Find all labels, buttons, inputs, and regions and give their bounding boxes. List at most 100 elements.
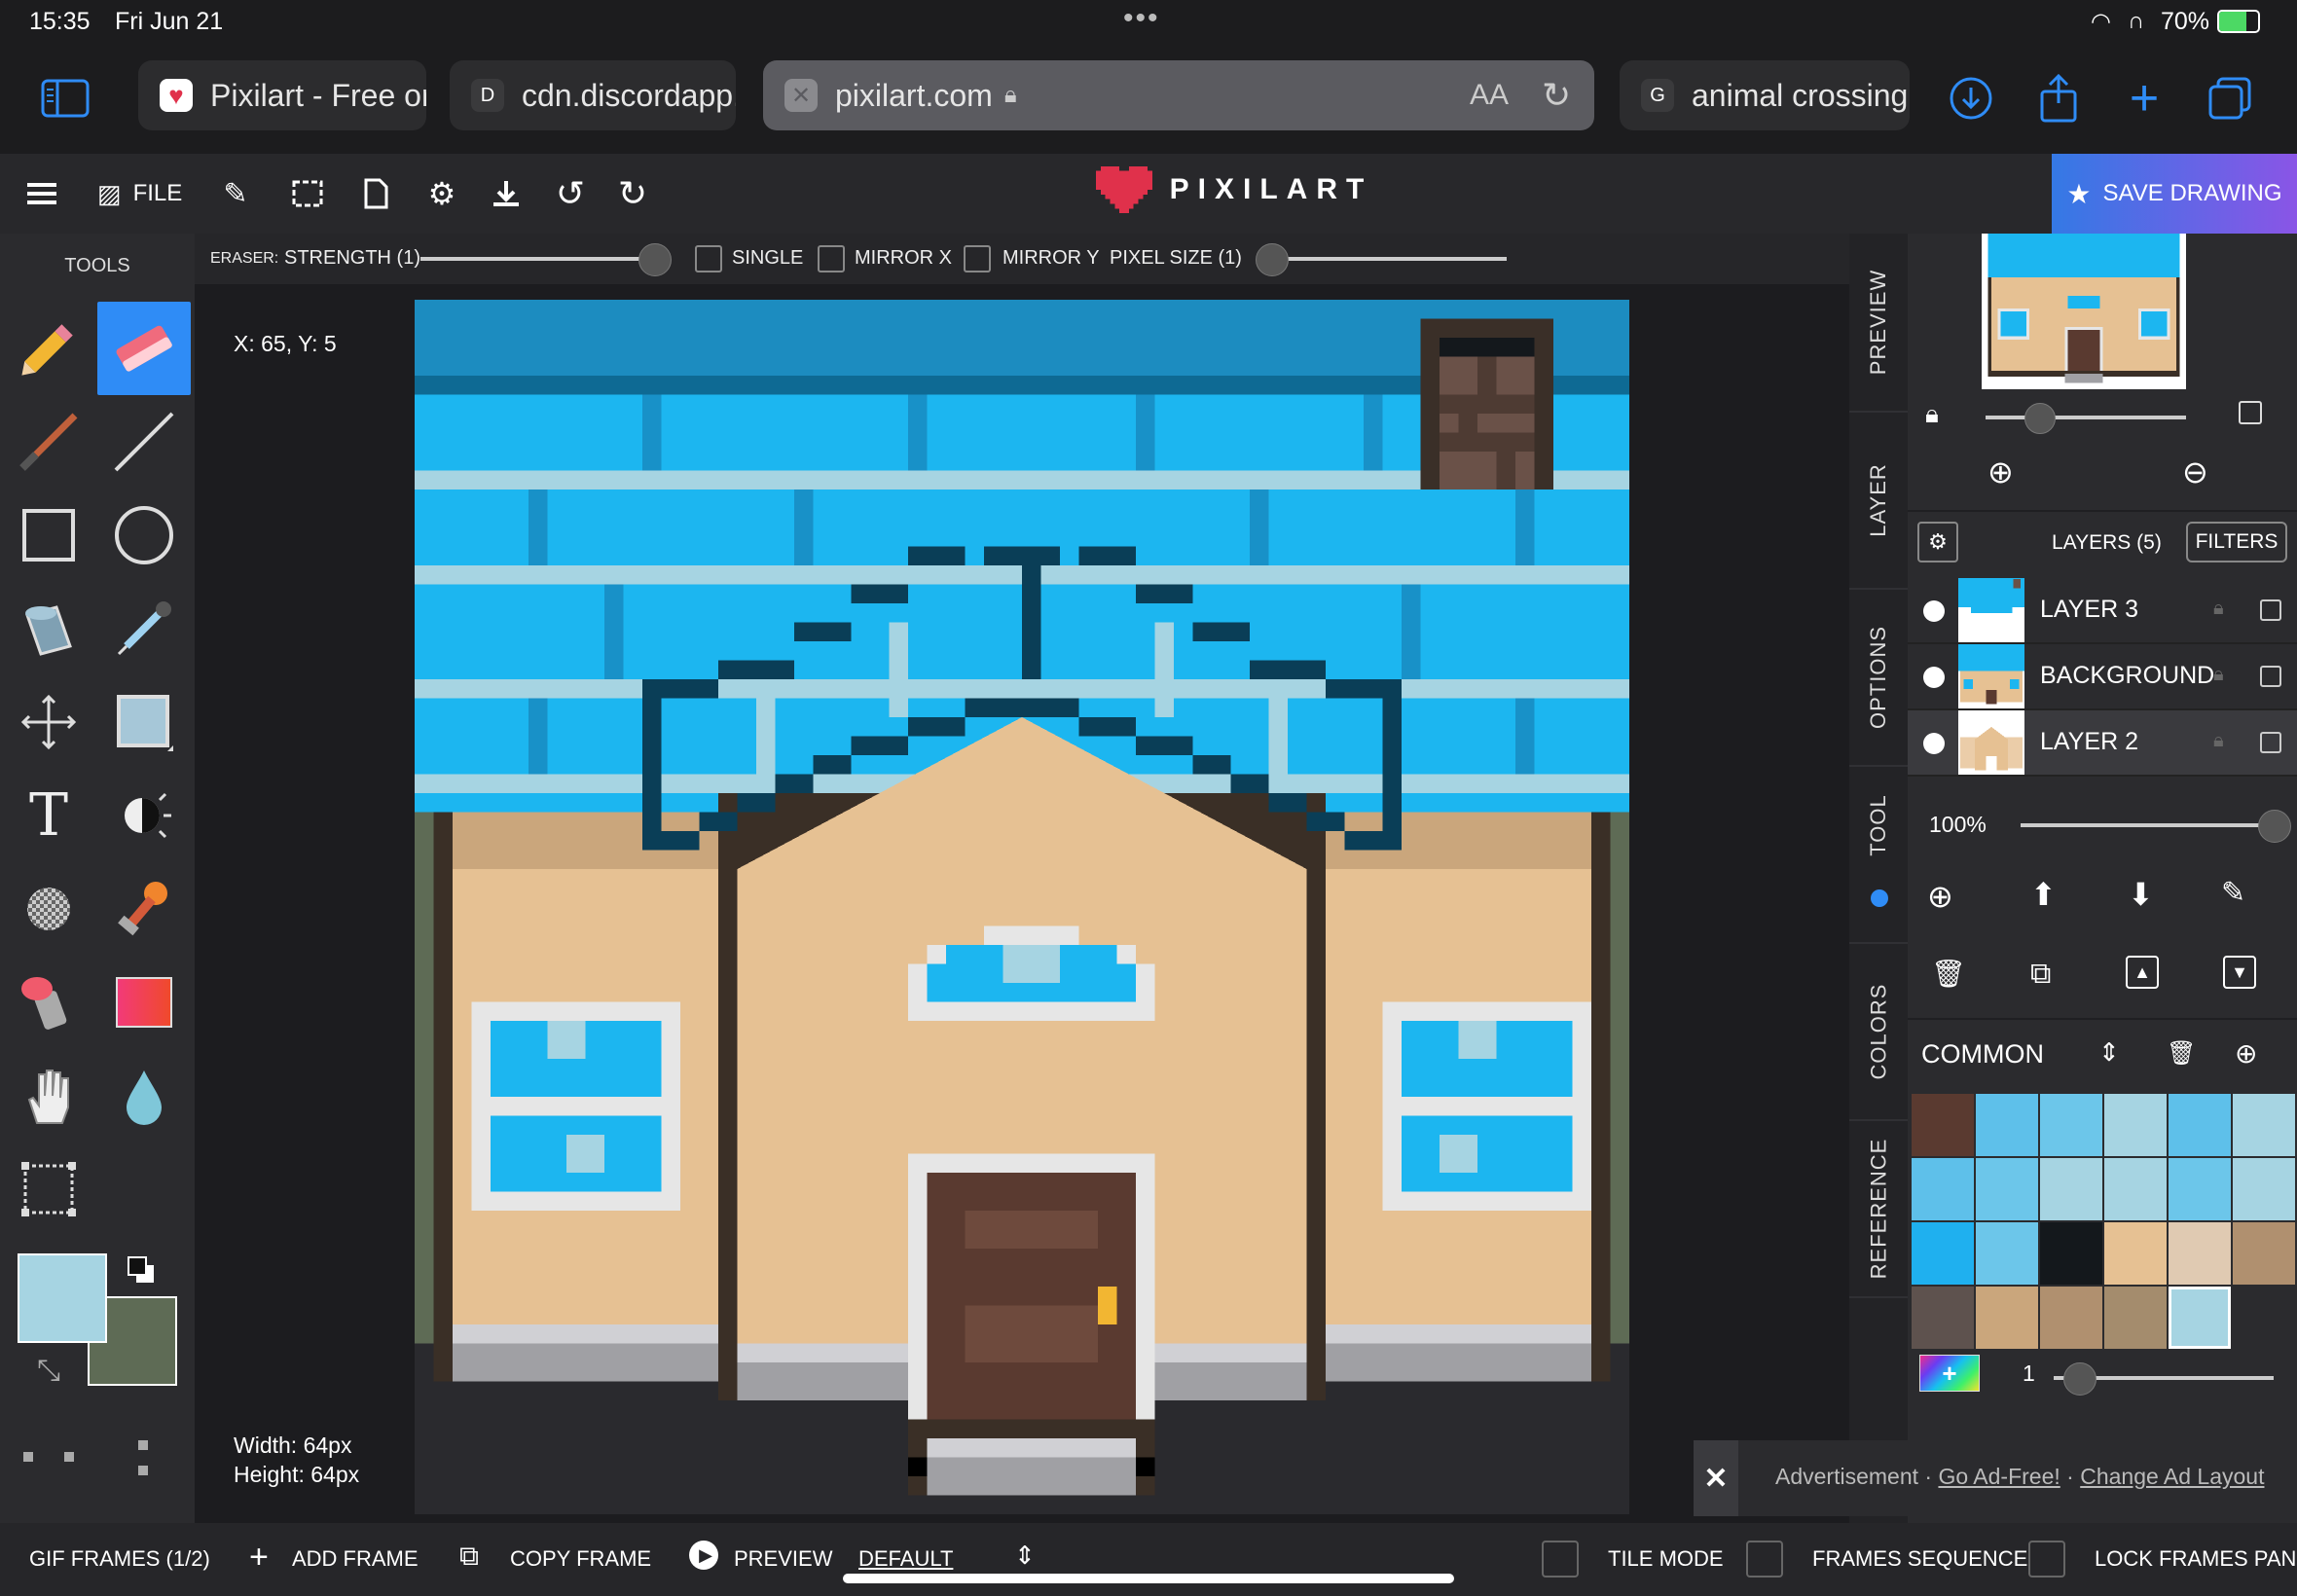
browser-tab-pixilart[interactable]: ♥ Pixilart - Free or bbox=[138, 60, 426, 130]
drawing-canvas[interactable] bbox=[415, 300, 1629, 1514]
pencil-tool[interactable] bbox=[2, 302, 95, 395]
palette-swatch[interactable] bbox=[2104, 1158, 2167, 1220]
palette-swatch[interactable] bbox=[1912, 1287, 1974, 1349]
delete-layer-icon[interactable]: 🗑︎ bbox=[1931, 958, 1966, 990]
layer-lock-icon[interactable]: 🔒︎ bbox=[2213, 598, 2224, 620]
text-tool[interactable]: T bbox=[2, 769, 95, 862]
layer-settings-gear-icon[interactable]: ⚙ bbox=[1917, 522, 1958, 562]
copy-frame-button[interactable]: COPY FRAME bbox=[510, 1546, 651, 1572]
delete-palette-icon[interactable]: 🗑︎ bbox=[2167, 1039, 2196, 1068]
more-tools-icon[interactable] bbox=[21, 1438, 148, 1497]
preview-thumbnail[interactable] bbox=[1982, 234, 2186, 389]
layer-row[interactable]: LAYER 3 🔒︎ bbox=[1908, 578, 2297, 644]
layer-lock-icon[interactable]: 🔒︎ bbox=[2213, 664, 2224, 686]
hand-tool[interactable] bbox=[2, 1049, 95, 1143]
download-icon[interactable] bbox=[1947, 74, 1995, 123]
tab-options[interactable]: OPTIONS bbox=[1849, 590, 1908, 767]
gif-frames-label[interactable]: GIF FRAMES (1/2) bbox=[29, 1546, 210, 1572]
move-layer-up-icon[interactable]: ⬆︎ bbox=[2030, 876, 2057, 913]
palette-swatch[interactable] bbox=[2104, 1222, 2167, 1285]
move-tool[interactable] bbox=[2, 675, 95, 769]
play-preview-icon[interactable]: ▶ bbox=[689, 1541, 718, 1570]
pixel-size-slider-track[interactable] bbox=[1265, 257, 1507, 261]
blur-tool[interactable] bbox=[97, 1049, 191, 1143]
zoom-out-icon[interactable]: ⊖ bbox=[2182, 453, 2208, 490]
new-file-icon[interactable] bbox=[356, 171, 395, 216]
reset-colors-icon[interactable]: ⤡ bbox=[37, 1355, 60, 1388]
layer-checkbox[interactable] bbox=[2260, 666, 2281, 687]
strength-slider-handle[interactable] bbox=[638, 243, 672, 276]
brush-size-slider-handle[interactable] bbox=[2063, 1362, 2096, 1396]
add-layer-icon[interactable]: ⊕ bbox=[1927, 878, 1953, 915]
animation-speed-select[interactable]: DEFAULT bbox=[858, 1546, 953, 1572]
palette-swatch[interactable] bbox=[1912, 1158, 1974, 1220]
palette-swatch[interactable] bbox=[2233, 1158, 2295, 1220]
palette-swatch[interactable] bbox=[2040, 1287, 2102, 1349]
settings-gears-icon[interactable]: ⚙ bbox=[420, 171, 463, 216]
layer-visibility-dot[interactable] bbox=[1923, 667, 1945, 688]
brush-tool[interactable] bbox=[2, 395, 95, 489]
palette-swatch[interactable] bbox=[1976, 1287, 2038, 1349]
palette-swatch[interactable] bbox=[2233, 1222, 2295, 1285]
pixilart-logo[interactable]: PIXILART bbox=[1030, 165, 1439, 214]
zoom-in-icon[interactable]: ⊕ bbox=[1987, 453, 2014, 490]
lock-frames-checkbox[interactable] bbox=[2028, 1541, 2065, 1578]
layer-lock-icon[interactable]: 🔒︎ bbox=[2213, 730, 2224, 752]
tabs-overview-icon[interactable] bbox=[2206, 74, 2254, 123]
palette-swatch-selected[interactable] bbox=[2169, 1287, 2231, 1349]
address-bar[interactable]: ✕ pixilart.com 🔒︎ AA ↻ bbox=[763, 60, 1594, 130]
palette-swatch[interactable] bbox=[1976, 1094, 2038, 1156]
palette-swatch[interactable] bbox=[1912, 1094, 1974, 1156]
palette-swatch[interactable] bbox=[2040, 1094, 2102, 1156]
add-color-icon[interactable]: + bbox=[1919, 1355, 1980, 1392]
browser-tab-discord[interactable]: D cdn.discordapp. bbox=[450, 60, 736, 130]
menu-icon[interactable] bbox=[25, 171, 58, 216]
add-palette-icon[interactable]: ⊕ bbox=[2235, 1037, 2257, 1070]
tab-reference[interactable]: REFERENCE bbox=[1849, 1121, 1908, 1298]
preview-zoom-slider-handle[interactable] bbox=[2024, 403, 2056, 434]
close-tab-icon[interactable]: ✕ bbox=[784, 79, 818, 112]
palette-swatch[interactable] bbox=[1976, 1222, 2038, 1285]
multitask-dots[interactable]: ••• bbox=[1123, 2, 1160, 35]
palette-swatch[interactable] bbox=[1912, 1222, 1974, 1285]
move-layer-down-icon[interactable]: ⬇︎ bbox=[2128, 876, 2154, 913]
frames-sequence-checkbox[interactable] bbox=[1746, 1541, 1783, 1578]
layer-row-selected[interactable]: LAYER 2 🔒︎ bbox=[1908, 710, 2297, 777]
dither-tool[interactable] bbox=[2, 862, 95, 956]
palette-swatch[interactable] bbox=[2104, 1287, 2167, 1349]
download-drawing-icon[interactable] bbox=[487, 171, 526, 216]
layer-checkbox[interactable] bbox=[2260, 732, 2281, 753]
reader-aa-button[interactable]: AA bbox=[1470, 79, 1509, 112]
palette-swatch[interactable] bbox=[2104, 1094, 2167, 1156]
share-icon[interactable] bbox=[2034, 74, 2083, 123]
opacity-slider-handle[interactable] bbox=[2258, 810, 2291, 843]
line-tool[interactable] bbox=[97, 395, 191, 489]
merge-down-icon[interactable]: ▼ bbox=[2223, 956, 2256, 989]
speed-select-chevron-icon[interactable]: ⇕ bbox=[1014, 1541, 1036, 1571]
browser-tab-animal-crossing[interactable]: G animal crossing bbox=[1620, 60, 1910, 130]
palette-swatch[interactable] bbox=[2169, 1158, 2231, 1220]
eraser-tool[interactable] bbox=[97, 302, 191, 395]
palette-swatch[interactable] bbox=[2169, 1094, 2231, 1156]
palette-swatch[interactable] bbox=[2040, 1222, 2102, 1285]
palette-select-chevron-icon[interactable]: ⇕ bbox=[2098, 1037, 2120, 1068]
close-ad-icon[interactable]: ✕ bbox=[1694, 1440, 1738, 1516]
sidebar-icon[interactable] bbox=[41, 74, 90, 123]
tab-layer[interactable]: LAYER bbox=[1849, 413, 1908, 590]
add-frame-button[interactable]: ADD FRAME bbox=[292, 1546, 419, 1572]
palette-swatch[interactable] bbox=[2233, 1094, 2295, 1156]
file-menu-button[interactable]: ▨ FILE bbox=[97, 171, 191, 216]
gradient-tool[interactable] bbox=[97, 956, 191, 1049]
edit-layer-icon[interactable]: ✎ bbox=[2221, 876, 2245, 910]
add-frame-plus-icon[interactable]: + bbox=[249, 1539, 269, 1577]
copy-frame-icon[interactable]: ⧉ bbox=[459, 1541, 479, 1573]
pixel-size-slider-handle[interactable] bbox=[1256, 243, 1289, 276]
tile-mode-checkbox[interactable] bbox=[1542, 1541, 1579, 1578]
new-tab-icon[interactable]: + bbox=[2120, 70, 2169, 127]
layer-row[interactable]: BACKGROUND 🔒︎ bbox=[1908, 644, 2297, 710]
palette-swatch[interactable] bbox=[1976, 1158, 2038, 1220]
selection-tool[interactable] bbox=[97, 675, 191, 769]
save-drawing-button[interactable]: ★ SAVE DRAWING bbox=[2052, 154, 2297, 234]
stamp-tool[interactable] bbox=[97, 862, 191, 956]
palette-swatch[interactable] bbox=[2040, 1158, 2102, 1220]
